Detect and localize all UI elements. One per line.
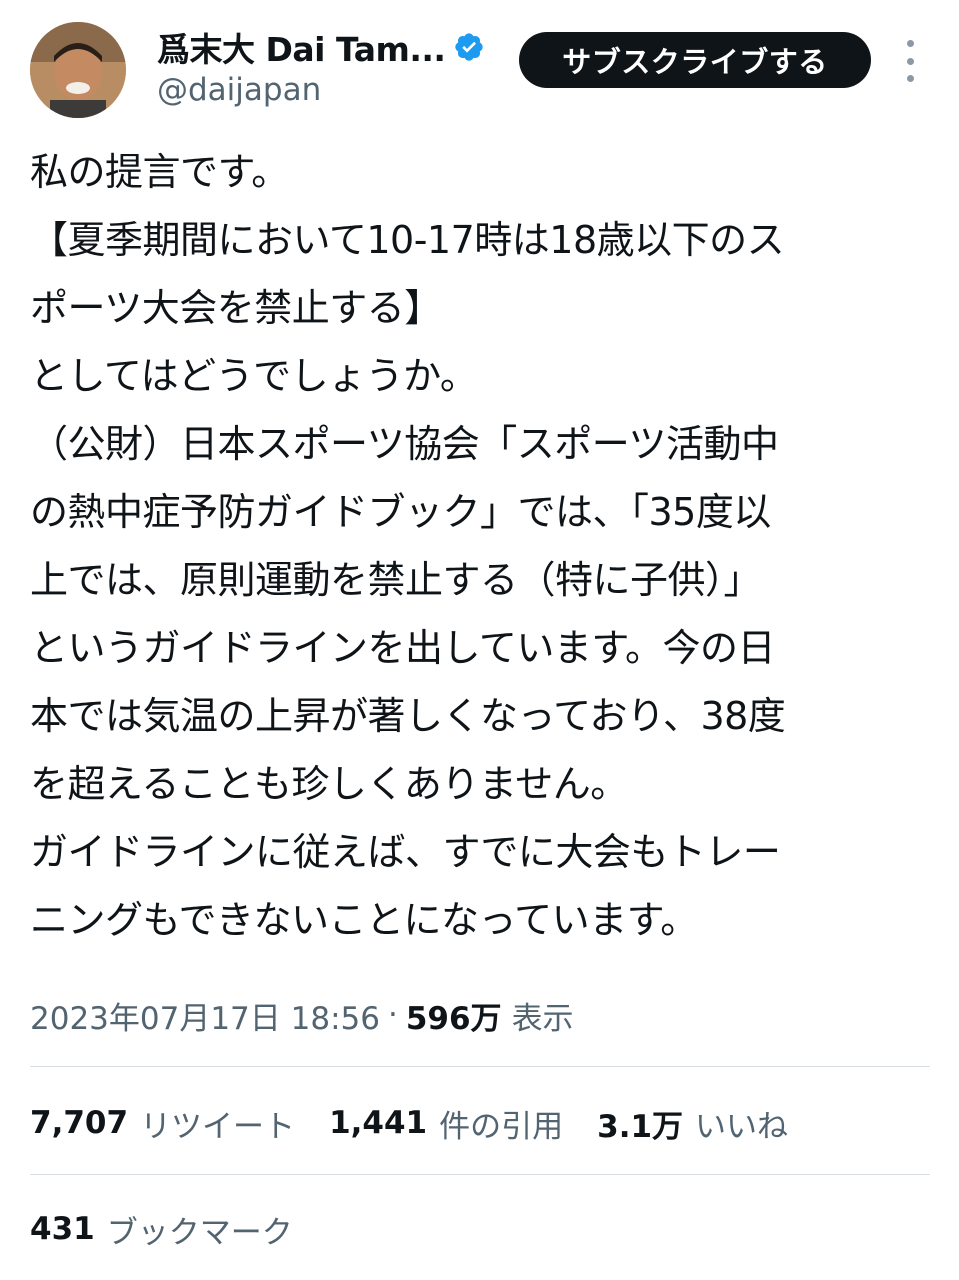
tweet-line: 本では気温の上昇が著しくなっており、38度 bbox=[30, 694, 786, 738]
tweet-line: （公財）日本スポーツ協会「スポーツ活動中 bbox=[30, 422, 779, 466]
bookmarks-label: ブックマーク bbox=[106, 1214, 293, 1251]
quotes-label: 件の引用 bbox=[439, 1108, 564, 1145]
divider bbox=[30, 1174, 930, 1175]
retweets-stat[interactable]: 7,707 リツイート bbox=[30, 1101, 295, 1146]
verified-badge-icon bbox=[455, 33, 484, 61]
tweet-line: の熱中症予防ガイドブック」では、「35度以 bbox=[30, 490, 771, 534]
retweets-label: リツイート bbox=[140, 1108, 296, 1145]
likes-stat[interactable]: 3.1万 いいね bbox=[597, 1101, 788, 1146]
author-display-name[interactable]: 爲末大 Dai Tam... bbox=[157, 23, 446, 71]
more-options-icon[interactable] bbox=[896, 40, 924, 82]
tweet-line: ガイドラインに従えば、すでに大会もトレー bbox=[30, 830, 781, 874]
likes-label: いいね bbox=[695, 1108, 789, 1145]
meta-separator: · bbox=[387, 997, 398, 1033]
tweet-line: ニングもできないことになっています。 bbox=[30, 898, 698, 942]
views-label: 表示 bbox=[511, 1000, 574, 1037]
more-dot bbox=[906, 40, 914, 47]
retweets-count: 7,707 bbox=[30, 1105, 129, 1141]
tweet-line: というガイドラインを出しています。今の日 bbox=[30, 626, 776, 670]
tweet-meta: 2023年07月17日 18:56 · 596万 表示 bbox=[30, 990, 574, 1040]
subscribe-button[interactable]: サブスクライブする bbox=[519, 32, 871, 88]
bookmarks-row: 431 ブックマーク bbox=[30, 1202, 327, 1256]
quotes-stat[interactable]: 1,441 件の引用 bbox=[329, 1101, 563, 1146]
tweet-line: 私の提言です。 bbox=[30, 150, 289, 194]
engagement-stats: 7,707 リツイート 1,441 件の引用 3.1万 いいね bbox=[30, 1096, 822, 1150]
more-dot bbox=[906, 75, 914, 82]
author-handle[interactable]: @daijapan bbox=[157, 72, 321, 108]
tweet-timestamp[interactable]: 2023年07月17日 18:56 bbox=[30, 993, 380, 1038]
tweet-line: としてはどうでしょうか。 bbox=[30, 354, 478, 398]
bookmarks-count: 431 bbox=[30, 1211, 95, 1247]
author-name-row[interactable]: 爲末大 Dai Tam... bbox=[157, 24, 485, 70]
likes-count: 3.1万 bbox=[597, 1108, 684, 1145]
divider bbox=[30, 1066, 930, 1067]
tweet-line: 上では、原則運動を禁止する（特に子供）」 bbox=[30, 558, 762, 602]
bookmarks-stat[interactable]: 431 ブックマーク bbox=[30, 1207, 293, 1252]
tweet-line: を超えることも珍しくありません。 bbox=[30, 762, 628, 806]
avatar-photo bbox=[30, 22, 126, 118]
tweet-text: 私の提言です。 【夏季期間において10-17時は18歳以下のス ポーツ大会を禁止… bbox=[30, 138, 935, 954]
more-dot bbox=[906, 57, 914, 65]
tweet-line: ポーツ大会を禁止する】 bbox=[30, 286, 442, 330]
avatar[interactable] bbox=[30, 22, 126, 118]
quotes-count: 1,441 bbox=[329, 1105, 428, 1141]
tweet-line: 【夏季期間において10-17時は18歳以下のス bbox=[30, 218, 785, 262]
views-count[interactable]: 596万 bbox=[406, 993, 502, 1038]
